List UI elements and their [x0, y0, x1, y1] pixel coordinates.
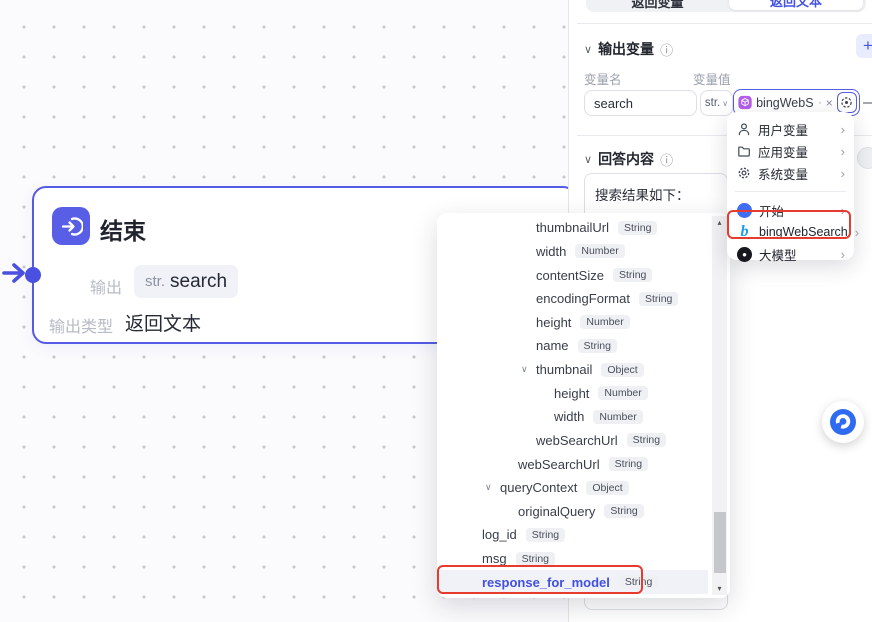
node-title: 结束: [100, 212, 146, 246]
output-variables-header[interactable]: ∨ 输出变量 ⓘ: [584, 39, 673, 59]
end-node-icon: [52, 207, 90, 245]
chevron-right-icon: ›: [855, 225, 859, 240]
schema-field-row[interactable]: name String: [437, 334, 708, 358]
value-type: str.: [145, 273, 165, 290]
menu-item-系统变量[interactable]: 系统变量 ›: [727, 162, 854, 184]
schema-field-row[interactable]: height Number: [437, 381, 708, 405]
tab-return-text[interactable]: 返回文本: [729, 0, 863, 10]
section-title: 输出变量: [598, 39, 654, 59]
schema-field-row[interactable]: log_id String: [437, 523, 708, 547]
menu-item-应用变量[interactable]: 应用变量 ›: [727, 140, 854, 162]
node-output-value-tag: str. search: [134, 265, 238, 298]
menu-item-用户变量[interactable]: 用户变量 ›: [727, 118, 854, 140]
menu-item-大模型[interactable]: 大模型 ›: [727, 243, 854, 265]
variable-type-select[interactable]: str. ∨: [700, 90, 733, 116]
section-title: 回答内容: [598, 149, 654, 169]
schema-field-row[interactable]: width Number: [437, 240, 708, 264]
type-badge: String: [526, 528, 565, 542]
info-icon: ⓘ: [660, 40, 673, 59]
schema-field-row[interactable]: ∨ queryContext Object: [437, 476, 708, 500]
menu-divider: [735, 191, 846, 192]
chevron-down-icon[interactable]: ∨: [483, 482, 500, 493]
type-badge: String: [613, 268, 652, 282]
variable-name-label: 变量名: [584, 69, 622, 88]
assistant-button[interactable]: [822, 401, 864, 443]
variable-name-input[interactable]: search: [584, 90, 697, 116]
type-badge: Object: [601, 363, 643, 377]
chevron-right-icon: ›: [841, 122, 845, 137]
ellipsis-dot: ·: [818, 97, 822, 109]
schema-field-row[interactable]: encodingFormat String: [437, 287, 708, 311]
clear-reference-icon[interactable]: ×: [826, 96, 833, 110]
info-icon: ⓘ: [660, 150, 673, 169]
reference-value: bingWebS⋯: [756, 95, 814, 110]
answer-line: 搜索结果如下：: [595, 183, 717, 209]
node-output-label: 输出: [90, 274, 122, 298]
type-badge: Number: [598, 386, 647, 400]
scroll-down-icon[interactable]: ▾: [712, 584, 727, 593]
schema-field-row[interactable]: originalQuery String: [437, 500, 708, 524]
chevron-right-icon: ›: [841, 166, 845, 181]
type-badge: Number: [593, 410, 642, 424]
schema-field-row[interactable]: webSearchUrl String: [437, 452, 708, 476]
chevron-right-icon: ›: [841, 144, 845, 159]
output-mode-tabbar: 返回变量 返回文本: [586, 0, 866, 12]
answer-content-header[interactable]: ∨ 回答内容 ⓘ: [584, 149, 673, 169]
toggle-knob[interactable]: [857, 147, 872, 169]
node-output-type-value: 返回文本: [125, 309, 201, 336]
schema-field-row[interactable]: thumbnailUrl String: [437, 216, 708, 240]
input-port[interactable]: [25, 267, 41, 283]
type-badge: String: [627, 433, 666, 447]
chevron-down-icon[interactable]: ∨: [584, 153, 592, 166]
chevron-right-icon: ›: [841, 247, 845, 262]
variable-value-label: 变量值: [693, 69, 731, 88]
schema-field-row[interactable]: height Number: [437, 311, 708, 335]
tab-return-variable[interactable]: 返回变量: [586, 0, 729, 12]
divider: [577, 23, 872, 24]
scrollbar-thumb[interactable]: [714, 512, 726, 573]
chevron-down-icon[interactable]: ∨: [584, 43, 592, 56]
schema-field-row[interactable]: ∨ thumbnail Object: [437, 358, 708, 382]
type-badge: Object: [586, 481, 628, 495]
assistant-logo-icon: [829, 408, 857, 436]
remove-variable-button[interactable]: —: [863, 94, 872, 111]
chevron-down-icon: ∨: [722, 99, 728, 108]
chevron-down-icon[interactable]: ∨: [519, 364, 536, 375]
workflow-editor: 结束 输出 str. search 输出类型 返回文本 返回变量 返回文本 ∨ …: [0, 0, 872, 622]
scroll-up-icon[interactable]: ▴: [712, 218, 727, 227]
annotation-box-bingwebsearch: [727, 210, 851, 239]
type-badge: Number: [580, 315, 629, 329]
schema-field-row[interactable]: webSearchUrl String: [437, 429, 708, 453]
type-badge: String: [639, 292, 678, 306]
type-badge: String: [516, 552, 555, 566]
type-badge: Number: [575, 244, 624, 258]
add-variable-button[interactable]: +: [856, 34, 872, 58]
schema-field-row[interactable]: contentSize String: [437, 263, 708, 287]
node-output-type-label: 输出类型: [49, 313, 113, 337]
type-badge: String: [604, 504, 643, 518]
reference-picker-button[interactable]: [837, 92, 857, 113]
target-icon: [840, 96, 853, 109]
plugin-cube-icon: [738, 94, 752, 111]
annotation-box-response-for-model: [437, 565, 643, 594]
schema-field-row[interactable]: width Number: [437, 405, 708, 429]
type-badge: String: [618, 221, 657, 235]
type-badge: String: [578, 339, 617, 353]
type-badge: String: [609, 457, 648, 471]
schema-field-dropdown: thumbnailUrl String width Number content…: [437, 213, 730, 598]
selected-type: str.: [705, 97, 720, 109]
scrollbar[interactable]: ▴ ▾: [712, 216, 727, 595]
value-name: search: [170, 271, 227, 293]
